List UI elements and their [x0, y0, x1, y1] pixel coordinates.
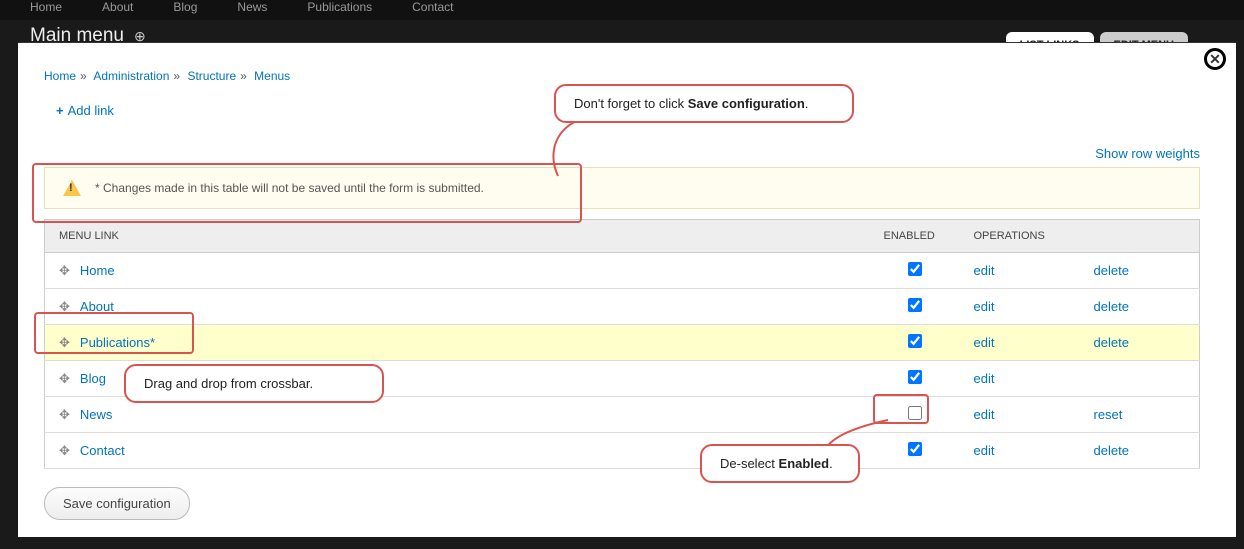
enabled-checkbox[interactable] — [908, 370, 922, 384]
breadcrumb: Home» Administration» Structure» Menus — [44, 69, 1200, 83]
topnav-item[interactable]: News — [237, 0, 267, 14]
plus-icon: + — [56, 103, 64, 118]
drag-handle-icon[interactable]: ✥ — [59, 407, 70, 422]
edit-link[interactable]: edit — [974, 407, 995, 422]
top-nav: Home About Blog News Publications Contac… — [0, 0, 1244, 20]
topnav-item[interactable]: Contact — [412, 0, 453, 14]
show-row-weights-link[interactable]: Show row weights — [44, 146, 1200, 161]
th-enabled: ENABLED — [870, 220, 960, 253]
edit-link[interactable]: edit — [974, 443, 995, 458]
edit-link[interactable]: edit — [974, 299, 995, 314]
edit-link[interactable]: edit — [974, 263, 995, 278]
menu-link-name[interactable]: Publications* — [80, 335, 155, 350]
close-icon[interactable]: ✕ — [1204, 48, 1226, 70]
breadcrumb-link[interactable]: Structure — [187, 69, 236, 83]
delete-link[interactable]: delete — [1094, 443, 1129, 458]
delete-link[interactable]: delete — [1094, 299, 1129, 314]
table-row: ✥ Publications* edit delete — [45, 325, 1200, 361]
drag-handle-icon[interactable]: ✥ — [59, 443, 70, 458]
drag-handle-icon[interactable]: ✥ — [59, 335, 70, 350]
table-row: ✥ About edit delete — [45, 289, 1200, 325]
edit-link[interactable]: edit — [974, 371, 995, 386]
callout-drag: Drag and drop from crossbar. — [124, 364, 384, 403]
callout-deselect: De-select Enabled. — [700, 444, 860, 483]
th-operations: OPERATIONS — [960, 220, 1200, 253]
topnav-item[interactable]: Publications — [307, 0, 372, 14]
warning-alert: * Changes made in this table will not be… — [44, 167, 1200, 209]
enabled-checkbox[interactable] — [908, 334, 922, 348]
drag-handle-icon[interactable]: ✥ — [59, 299, 70, 314]
reset-link[interactable]: reset — [1094, 407, 1123, 422]
drag-handle-icon[interactable]: ✥ — [59, 371, 70, 386]
delete-link[interactable]: delete — [1094, 335, 1129, 350]
enabled-checkbox[interactable] — [908, 262, 922, 276]
enabled-checkbox[interactable] — [908, 406, 922, 420]
breadcrumb-link[interactable]: Home — [44, 69, 76, 83]
breadcrumb-link[interactable]: Menus — [254, 69, 290, 83]
table-row: ✥ Home edit delete — [45, 253, 1200, 289]
enabled-checkbox[interactable] — [908, 442, 922, 456]
drag-handle-icon[interactable]: ✥ — [59, 263, 70, 278]
table-row: ✥ Contact edit delete — [45, 433, 1200, 469]
menu-link-name[interactable]: News — [80, 407, 113, 422]
th-menu-link: MENU LINK — [45, 220, 870, 253]
save-configuration-button[interactable]: Save configuration — [44, 487, 190, 520]
callout-save: Don't forget to click Save configuration… — [554, 84, 854, 123]
warning-icon — [63, 180, 81, 196]
menu-links-table: MENU LINK ENABLED OPERATIONS ✥ Home edit de… — [44, 219, 1200, 469]
menu-link-name[interactable]: About — [80, 299, 114, 314]
warning-text: * Changes made in this table will not be… — [95, 181, 484, 195]
menu-link-name[interactable]: Home — [80, 263, 115, 278]
edit-link[interactable]: edit — [974, 335, 995, 350]
menu-link-name[interactable]: Contact — [80, 443, 125, 458]
enabled-checkbox[interactable] — [908, 298, 922, 312]
breadcrumb-link[interactable]: Administration — [93, 69, 169, 83]
delete-link[interactable]: delete — [1094, 263, 1129, 278]
topnav-item[interactable]: Blog — [173, 0, 197, 14]
menu-link-name[interactable]: Blog — [80, 371, 106, 386]
topnav-item[interactable]: Home — [30, 0, 62, 14]
topnav-item[interactable]: About — [102, 0, 133, 14]
